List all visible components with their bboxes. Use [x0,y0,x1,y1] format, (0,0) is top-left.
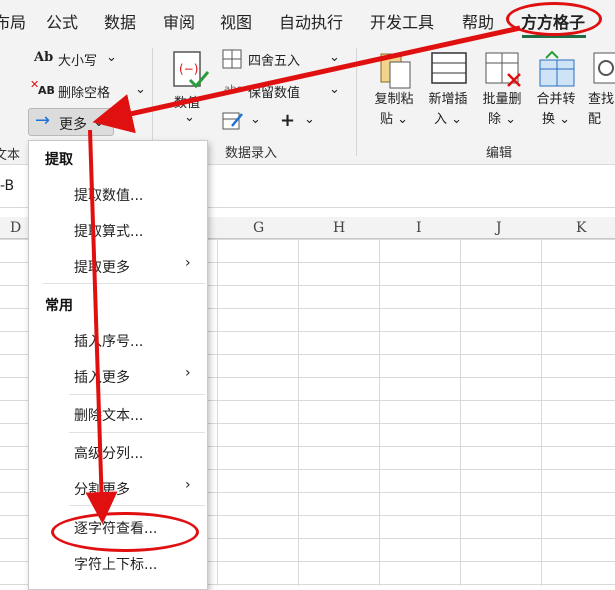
arrow-to-char-view [85,129,118,524]
annotation-arrows [85,25,521,524]
arrow-to-more-button [92,25,521,134]
